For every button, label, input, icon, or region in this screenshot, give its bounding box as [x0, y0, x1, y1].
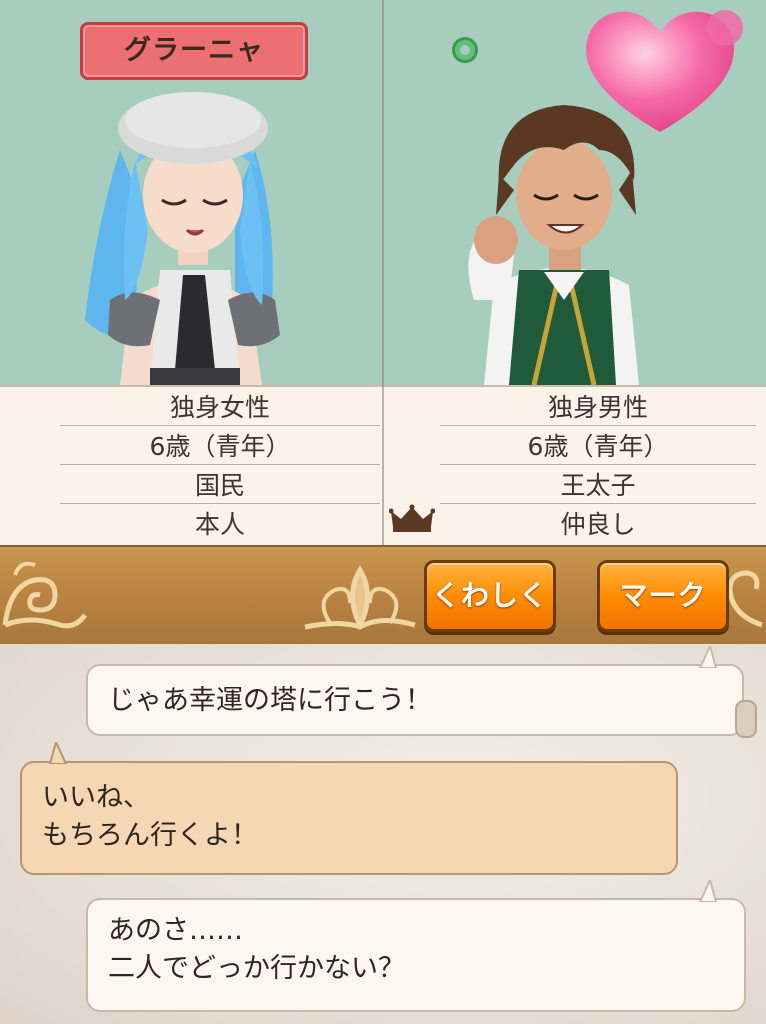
scroll-handle[interactable]: [735, 700, 757, 738]
left-stat-age: 6歳（青年）: [60, 426, 380, 465]
left-character-panel[interactable]: グラーニャ: [0, 0, 382, 385]
message-line: もちろん行くよ！: [42, 820, 258, 851]
speech-bubble-2: いいね、 もちろん行くよ！: [20, 761, 678, 875]
right-stats: 独身男性 6歳（青年） 王太子 仲良し: [440, 387, 756, 542]
bubble-tail-icon: [698, 880, 718, 902]
name-tag-hole: [452, 37, 478, 63]
right-stat-relation: 仲良し: [560, 510, 636, 539]
message-line: あのさ……: [108, 915, 243, 946]
left-stat-relation: 本人: [194, 510, 245, 539]
bubble-tail-icon: [48, 742, 68, 764]
crown-icon: [389, 504, 435, 532]
center-ornament-icon: [304, 565, 416, 630]
left-stats: 独身女性 6歳（青年） 国民 本人: [60, 387, 380, 542]
left-stat-status: 独身女性: [60, 387, 380, 426]
action-bar: くわしく マーク: [0, 545, 766, 646]
conversation-area: じゃあ幸運の塔に行こう！ いいね、 もちろん行くよ！ あのさ…… 二人でどっか行…: [0, 644, 766, 1024]
right-stat-rank: 王太子: [440, 465, 756, 504]
left-character-name[interactable]: グラーニャ: [80, 22, 308, 80]
mark-button[interactable]: マーク: [597, 560, 729, 632]
left-ornament-icon: [2, 561, 88, 629]
panel-divider: [382, 0, 384, 545]
message-line: 二人でどっか行かない？: [108, 953, 405, 984]
speech-bubble-1: じゃあ幸運の塔に行こう！: [86, 664, 744, 736]
message-line: じゃあ幸運の塔に行こう！: [108, 685, 432, 716]
left-stat-rank: 国民: [60, 465, 380, 504]
details-button[interactable]: くわしく: [424, 560, 556, 632]
message-line: いいね、: [42, 782, 150, 813]
right-stat-status: 独身男性: [440, 387, 756, 426]
bubble-tail-icon: [698, 646, 718, 668]
right-stat-age: 6歳（青年）: [440, 426, 756, 465]
speech-bubble-3: あのさ…… 二人でどっか行かない？: [86, 898, 746, 1012]
heart-icon: [586, 10, 743, 132]
